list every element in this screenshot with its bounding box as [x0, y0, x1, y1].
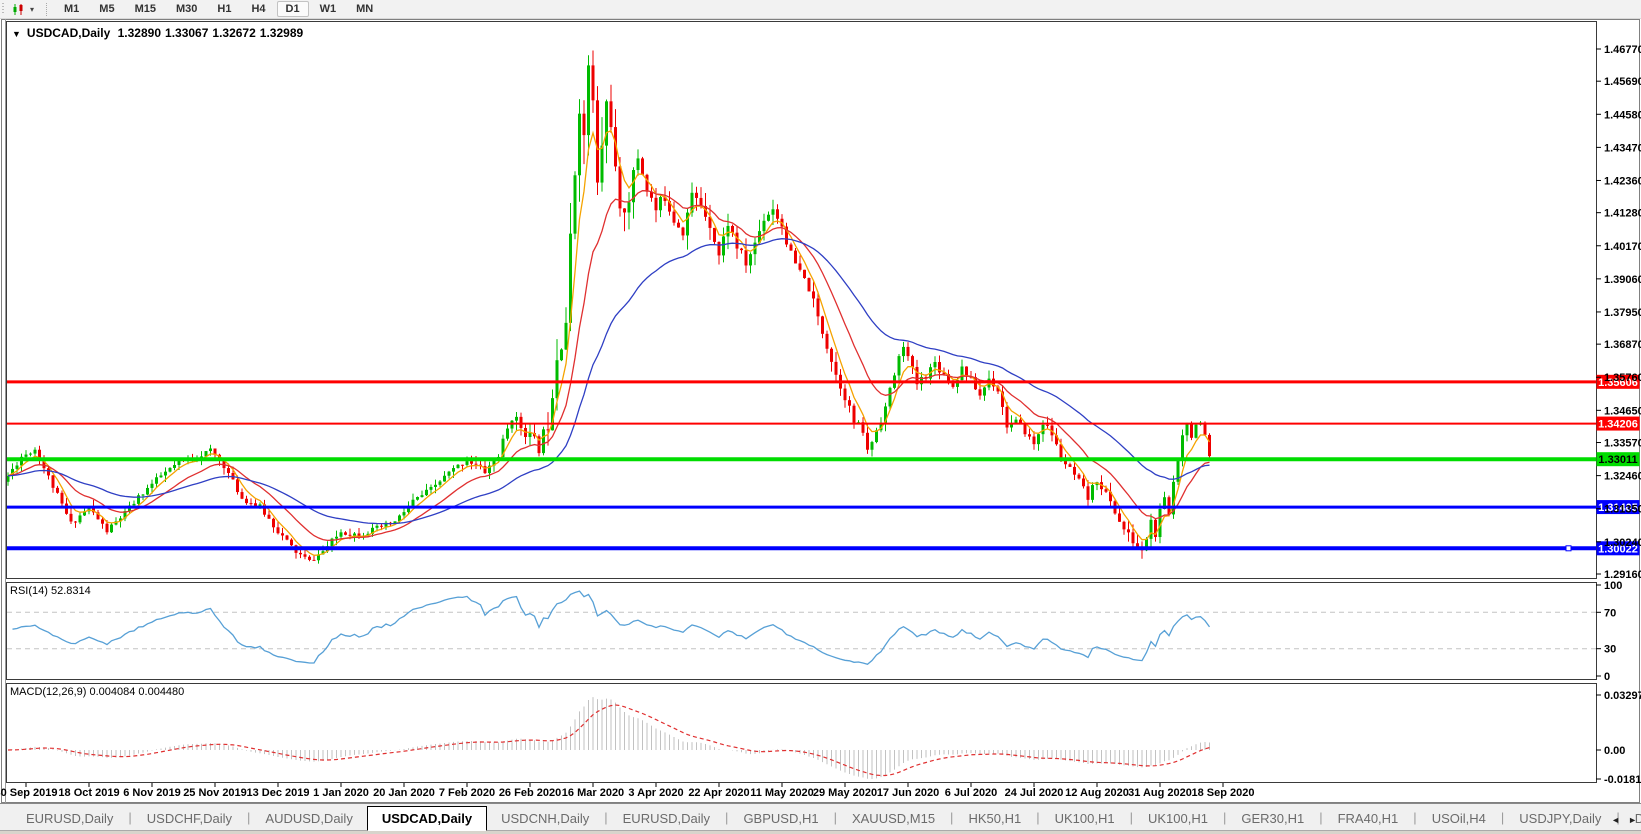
ohlc-open: 1.32890	[118, 26, 161, 40]
tab-ger30-h1[interactable]: GER30,H1	[1227, 808, 1318, 830]
svg-text:0: 0	[1604, 671, 1610, 683]
time-axis[interactable]: 30 Sep 201918 Oct 2019 6 Nov 201925 Nov 2…	[0, 783, 1255, 799]
svg-text:1.39060: 1.39060	[1604, 274, 1641, 286]
chart-window[interactable]: ▼ USDCAD,Daily 1.32890 1.33067 1.32672 1.329…	[0, 19, 1641, 803]
svg-text:24 Jul 2020: 24 Jul 2020	[1005, 787, 1064, 799]
svg-text:-0.018154: -0.018154	[1604, 774, 1641, 786]
timeframe-button-mn[interactable]: MN	[347, 1, 382, 17]
chart-symbol-label: USDCAD,Daily	[27, 26, 110, 40]
toolbar-separator	[46, 3, 48, 16]
svg-text:70: 70	[1604, 607, 1616, 619]
tab-fra40-h1[interactable]: FRA40,H1	[1324, 808, 1413, 830]
svg-text:1.42360: 1.42360	[1604, 175, 1641, 187]
svg-text:1.44580: 1.44580	[1604, 109, 1641, 121]
price-level-badge: 1.33011	[1597, 452, 1640, 466]
tabs-scroll-left-icon[interactable]: ◄	[1611, 815, 1620, 825]
status-strip	[0, 830, 1641, 834]
svg-text:1.34650: 1.34650	[1604, 405, 1641, 417]
timeframe-button-m15[interactable]: M15	[126, 1, 165, 17]
svg-text:11 May 2020: 11 May 2020	[750, 787, 814, 799]
svg-text:13 Dec 2019: 13 Dec 2019	[247, 787, 310, 799]
svg-text:1.46770: 1.46770	[1604, 44, 1641, 56]
tabs-scroll-right-icon[interactable]: ►	[1628, 815, 1637, 825]
svg-text:1.40170: 1.40170	[1604, 241, 1641, 253]
timeframe-button-h1[interactable]: H1	[208, 1, 240, 17]
svg-text:1.41280: 1.41280	[1604, 208, 1641, 220]
timeframe-button-m30[interactable]: M30	[167, 1, 206, 17]
tab-eurusd-daily[interactable]: EURUSD,Daily	[12, 808, 127, 830]
svg-text:1.30240: 1.30240	[1604, 537, 1641, 549]
svg-text:100: 100	[1604, 580, 1622, 592]
svg-text:3 Apr 2020: 3 Apr 2020	[628, 787, 683, 799]
tab-usdcad-daily[interactable]: USDCAD,Daily	[367, 806, 487, 831]
timeframe-button-m5[interactable]: M5	[90, 1, 123, 17]
svg-text:17 Jun 2020: 17 Jun 2020	[877, 787, 939, 799]
collapse-caret-icon[interactable]: ▼	[12, 29, 21, 39]
ohlc-high: 1.33067	[165, 26, 208, 40]
tab-hk50-h1[interactable]: HK50,H1	[954, 808, 1035, 830]
svg-text:1.32460: 1.32460	[1604, 471, 1641, 483]
svg-text:20 Jan 2020: 20 Jan 2020	[373, 787, 435, 799]
tab-gbpusd-h1[interactable]: GBPUSD,H1	[729, 808, 832, 830]
price-level-badge: 1.34206	[1597, 417, 1640, 431]
svg-text:1.37950: 1.37950	[1604, 307, 1641, 319]
svg-text:1.31350: 1.31350	[1604, 504, 1641, 516]
chart-tab-bar: EURUSD,Daily|USDCHF,Daily|AUDUSD,DailyUS…	[0, 803, 1641, 830]
line-selection-handle[interactable]	[1566, 546, 1571, 551]
svg-text:22 Apr 2020: 22 Apr 2020	[688, 787, 749, 799]
svg-text:0.032972: 0.032972	[1604, 690, 1641, 702]
svg-text:1.35760: 1.35760	[1604, 372, 1641, 384]
timeframe-button-h4[interactable]: H4	[242, 1, 274, 17]
chart-cursor-icon[interactable]	[12, 3, 28, 16]
toolbar-grip[interactable]	[2, 3, 7, 15]
svg-text:1.36870: 1.36870	[1604, 339, 1641, 351]
tab-uk100-h1[interactable]: UK100,H1	[1041, 808, 1129, 830]
macd-indicator-label: MACD(12,26,9) 0.004084 0.004480	[10, 686, 184, 698]
price-chart-svg[interactable]: 1.356061.342061.330111.314051.300221.467…	[0, 19, 1641, 803]
svg-text:6 Jul 2020: 6 Jul 2020	[945, 787, 998, 799]
ohlc-low: 1.32672	[212, 26, 255, 40]
timeframe-button-d1[interactable]: D1	[277, 1, 309, 17]
tab-usoil-h4[interactable]: USOil,H4	[1418, 808, 1500, 830]
svg-text:1.33570: 1.33570	[1604, 438, 1641, 450]
chevron-down-icon[interactable]: ▾	[30, 5, 34, 14]
chart-title[interactable]: ▼ USDCAD,Daily 1.32890 1.33067 1.32672 1.329…	[12, 26, 307, 40]
tab-eurusd-daily[interactable]: EURUSD,Daily	[609, 808, 724, 830]
svg-text:29 May 2020: 29 May 2020	[813, 787, 877, 799]
svg-text:18 Sep 2020: 18 Sep 2020	[1192, 787, 1255, 799]
svg-text:0.00: 0.00	[1604, 745, 1625, 757]
svg-text:1 Jan 2020: 1 Jan 2020	[313, 787, 369, 799]
svg-text:6 Nov 2019: 6 Nov 2019	[123, 787, 180, 799]
timeframe-button-w1[interactable]: W1	[311, 1, 346, 17]
tab-usdcnh-daily[interactable]: USDCNH,Daily	[487, 808, 603, 830]
svg-text:1.43470: 1.43470	[1604, 142, 1641, 154]
svg-text:31 Aug 2020: 31 Aug 2020	[1128, 787, 1192, 799]
tab-uk100-h1[interactable]: UK100,H1	[1134, 808, 1222, 830]
svg-text:30 Sep 2019: 30 Sep 2019	[0, 787, 58, 799]
svg-text:16 Mar 2020: 16 Mar 2020	[562, 787, 624, 799]
svg-text:1.45690: 1.45690	[1604, 76, 1641, 88]
rsi-indicator-label: RSI(14) 52.8314	[10, 585, 91, 597]
svg-text:18 Oct 2019: 18 Oct 2019	[58, 787, 119, 799]
svg-text:7 Feb 2020: 7 Feb 2020	[439, 787, 495, 799]
svg-text:1.34206: 1.34206	[1598, 419, 1638, 431]
svg-text:12 Aug 2020: 12 Aug 2020	[1065, 787, 1129, 799]
svg-text:30: 30	[1604, 644, 1616, 656]
tab-usdjpy-daily[interactable]: USDJPY,Daily	[1505, 808, 1615, 830]
tab-xauusd-m15[interactable]: XAUUSD,M15	[838, 808, 949, 830]
svg-text:1.33011: 1.33011	[1598, 454, 1637, 466]
tab-usdchf-daily[interactable]: USDCHF,Daily	[133, 808, 246, 830]
svg-text:25 Nov 2019: 25 Nov 2019	[183, 787, 247, 799]
timeframe-button-m1[interactable]: M1	[55, 1, 88, 17]
svg-text:26 Feb 2020: 26 Feb 2020	[499, 787, 561, 799]
ohlc-close: 1.32989	[260, 26, 303, 40]
tab-audusd-daily[interactable]: AUDUSD,Daily	[251, 808, 366, 830]
top-toolbar: ▾ M1M5M15M30H1H4D1W1MN	[0, 0, 1641, 19]
